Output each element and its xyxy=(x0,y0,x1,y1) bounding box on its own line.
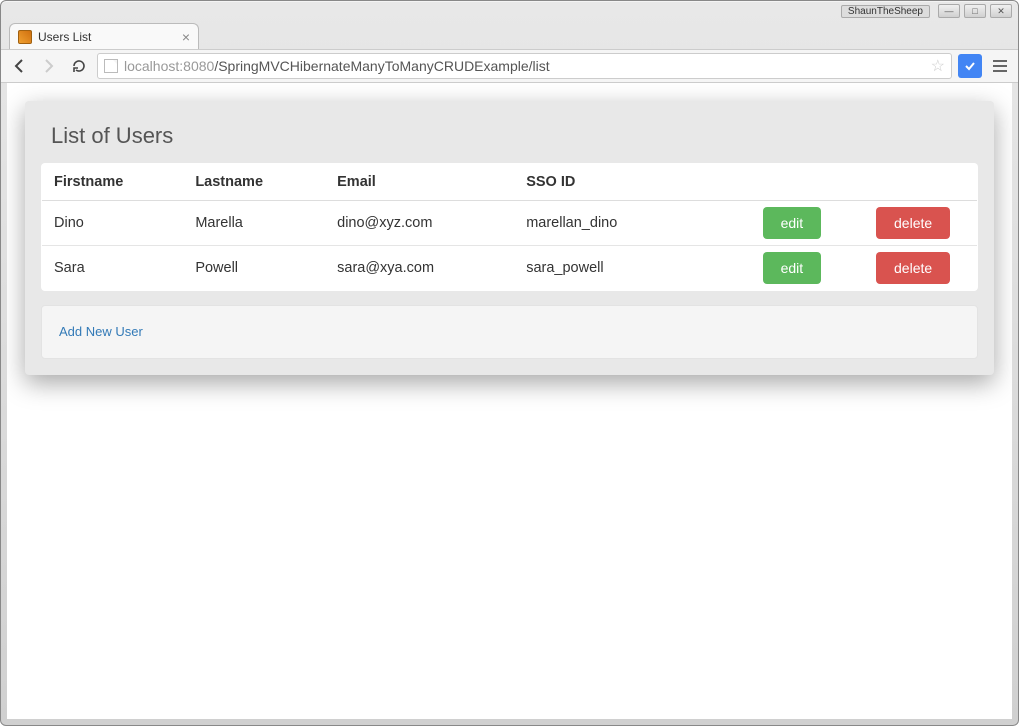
page-viewport: List of Users Firstname Lastname Email S… xyxy=(7,83,1012,719)
edit-button[interactable]: edit xyxy=(763,207,822,239)
arrow-left-icon xyxy=(11,58,27,74)
users-table: Firstname Lastname Email SSO ID Dino Mar… xyxy=(41,163,978,291)
os-window: ShaunTheSheep — □ ✕ Users List × localho… xyxy=(0,0,1019,726)
cell-email: sara@xya.com xyxy=(325,246,514,291)
url-host: localhost xyxy=(124,58,179,74)
cell-lastname: Marella xyxy=(183,201,325,246)
url-text: localhost:8080/SpringMVCHibernateManyToM… xyxy=(124,58,550,74)
checkmark-icon xyxy=(964,60,976,72)
cell-sso: sara_powell xyxy=(514,246,750,291)
delete-button[interactable]: delete xyxy=(876,252,950,284)
delete-button[interactable]: delete xyxy=(876,207,950,239)
add-user-well: Add New User xyxy=(41,305,978,359)
extension-button[interactable] xyxy=(958,54,982,78)
url-bar[interactable]: localhost:8080/SpringMVCHibernateManyToM… xyxy=(97,53,952,79)
edit-button[interactable]: edit xyxy=(763,252,822,284)
cell-firstname: Sara xyxy=(42,246,184,291)
page-title: List of Users xyxy=(41,117,978,163)
main-panel: List of Users Firstname Lastname Email S… xyxy=(25,101,994,375)
window-titlebar: ShaunTheSheep — □ ✕ xyxy=(1,1,1018,21)
tab-favicon-icon xyxy=(18,30,32,44)
bookmark-star-icon[interactable]: ☆ xyxy=(931,56,945,76)
page-icon xyxy=(104,59,118,73)
reload-button[interactable] xyxy=(67,54,91,78)
window-close-button[interactable]: ✕ xyxy=(990,4,1012,18)
arrow-right-icon xyxy=(41,58,57,74)
window-minimize-button[interactable]: — xyxy=(938,4,960,18)
reload-icon xyxy=(71,58,87,74)
hamburger-icon xyxy=(993,60,1007,62)
col-firstname: Firstname xyxy=(42,164,184,201)
url-port: :8080 xyxy=(179,58,214,74)
cell-email: dino@xyz.com xyxy=(325,201,514,246)
table-row: Dino Marella dino@xyz.com marellan_dino … xyxy=(42,201,978,246)
window-maximize-button[interactable]: □ xyxy=(964,4,986,18)
col-email: Email xyxy=(325,164,514,201)
url-path: /SpringMVCHibernateManyToManyCRUDExample… xyxy=(214,58,549,74)
cell-sso: marellan_dino xyxy=(514,201,750,246)
browser-tab-row: Users List × xyxy=(1,21,1018,49)
forward-button[interactable] xyxy=(37,54,61,78)
browser-tab[interactable]: Users List × xyxy=(9,23,199,49)
col-sso: SSO ID xyxy=(514,164,750,201)
table-header-row: Firstname Lastname Email SSO ID xyxy=(42,164,978,201)
browser-menu-button[interactable] xyxy=(988,54,1012,78)
window-user-badge[interactable]: ShaunTheSheep xyxy=(841,5,930,18)
cell-lastname: Powell xyxy=(183,246,325,291)
back-button[interactable] xyxy=(7,54,31,78)
tab-close-icon[interactable]: × xyxy=(182,29,190,45)
browser-toolbar: localhost:8080/SpringMVCHibernateManyToM… xyxy=(1,49,1018,83)
tab-title: Users List xyxy=(38,30,91,44)
add-new-user-link[interactable]: Add New User xyxy=(59,324,143,339)
col-lastname: Lastname xyxy=(183,164,325,201)
table-row: Sara Powell sara@xya.com sara_powell edi… xyxy=(42,246,978,291)
cell-firstname: Dino xyxy=(42,201,184,246)
